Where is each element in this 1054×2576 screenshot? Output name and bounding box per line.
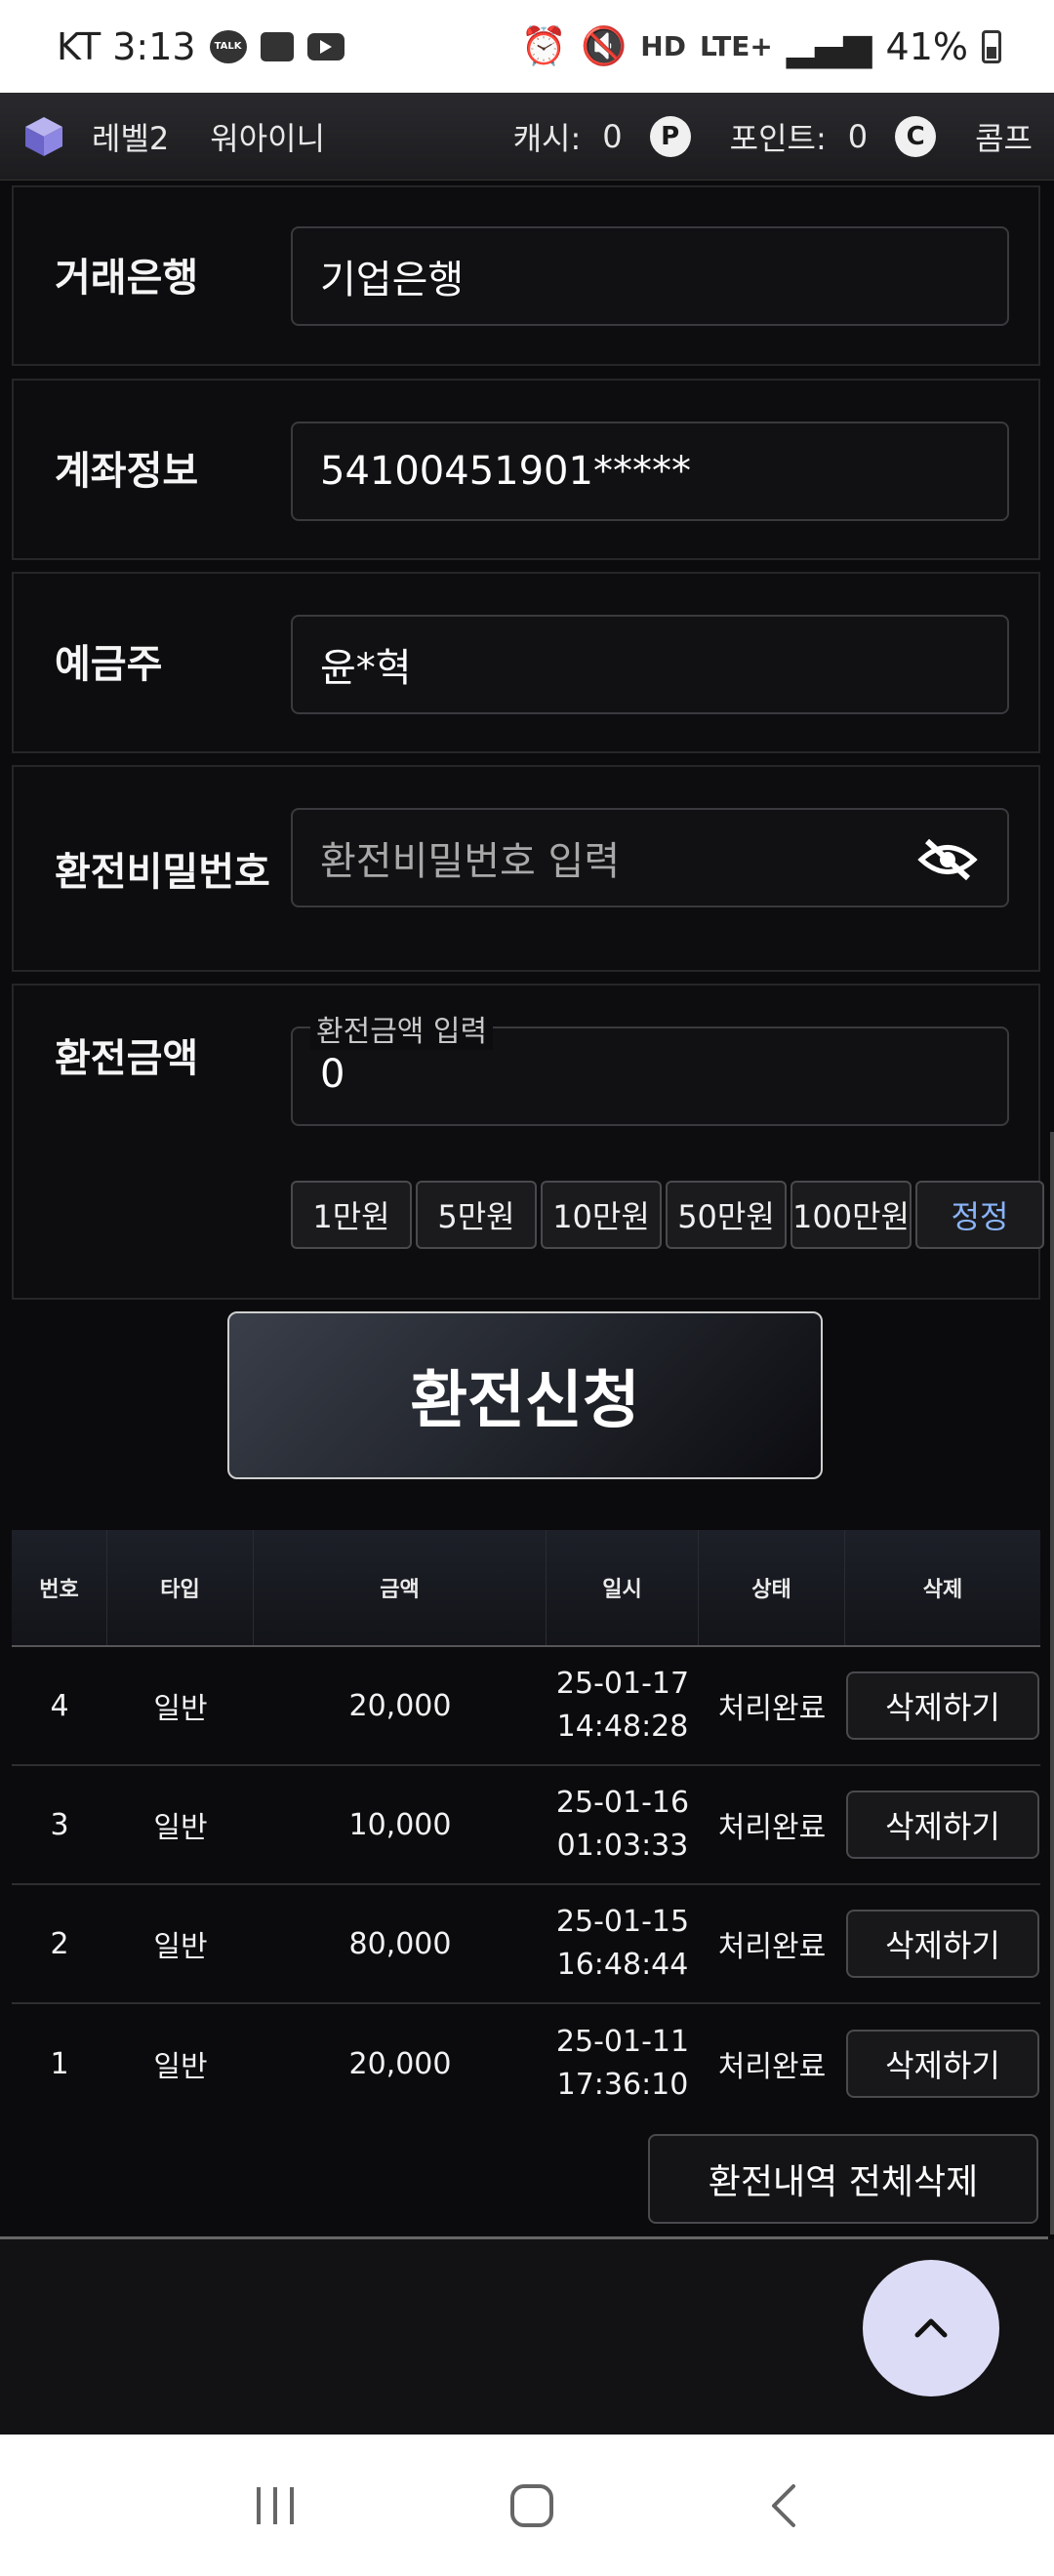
chip-50k-button[interactable]: 5만원 [416, 1181, 537, 1249]
holder-field[interactable]: 윤*혁 [291, 615, 1009, 714]
table-row: 1 일반 20,000 25-01-11 17:36:10 처리완료 삭제하기 [12, 2004, 1040, 2123]
bank-label: 거래은행 [55, 256, 199, 301]
exchange-submit-button[interactable]: 환전신청 [227, 1311, 823, 1479]
cell-no: 3 [50, 1807, 69, 1842]
hd-icon: HD [640, 30, 686, 62]
user-level: 레벨2 [92, 119, 170, 157]
mute-icon: 🔇 [580, 24, 628, 67]
header-date: 일시 [547, 1530, 699, 1645]
cell-type: 일반 [153, 1692, 208, 1726]
delete-all-history-button[interactable]: 환전내역 전체삭제 [648, 2134, 1038, 2224]
username: 워아이니 [210, 119, 326, 157]
account-field[interactable]: 54100451901***** [291, 422, 1009, 521]
cell-amount: 80,000 [348, 1926, 452, 1961]
delete-row-button[interactable]: 삭제하기 [846, 1791, 1039, 1859]
cell-date: 25-01-16 01:03:33 [555, 1786, 690, 1863]
cell-date: 25-01-11 17:36:10 [555, 2025, 690, 2102]
password-label: 환전비밀번호 [55, 850, 270, 895]
lte-icon: LTE+ [699, 30, 773, 62]
amount-value: 0 [320, 1052, 345, 1097]
chip-10k-button[interactable]: 1만원 [291, 1181, 412, 1249]
gallery-icon [260, 31, 294, 61]
cell-no: 1 [50, 2046, 69, 2081]
amount-chips: 1만원 5만원 10만원 50만원 100만원 정정 [291, 1181, 1044, 1249]
recent-apps-icon[interactable] [251, 2483, 300, 2528]
account-row: 계좌정보 54100451901***** [12, 379, 1040, 560]
chip-100k-button[interactable]: 10만원 [541, 1181, 662, 1249]
kakaotalk-icon: TALK [209, 29, 247, 63]
holder-label: 예금주 [55, 642, 163, 687]
header-status: 상태 [699, 1530, 845, 1645]
battery-percent: 41% [885, 24, 968, 68]
eye-off-icon[interactable] [917, 837, 978, 882]
cell-status: 처리완료 [717, 1930, 827, 1964]
youtube-icon [306, 32, 345, 60]
holder-row: 예금주 윤*혁 [12, 572, 1040, 753]
delete-row-button[interactable]: 삭제하기 [846, 2030, 1039, 2098]
alarm-icon: ⏰ [520, 24, 567, 67]
table-header: 번호 타입 금액 일시 상태 삭제 [12, 1530, 1040, 1647]
amount-field-label: 환전금액 입력 [310, 1007, 494, 1050]
cash-label: 캐시: [512, 119, 582, 157]
points-value: 0 [847, 117, 869, 155]
bank-row: 거래은행 기업은행 [12, 185, 1040, 366]
signal-icon: ▂▄▆ [786, 24, 872, 68]
cell-status: 처리완료 [717, 1811, 827, 1845]
cell-date: 25-01-17 14:48:28 [555, 1667, 690, 1744]
cash-value: 0 [602, 117, 623, 155]
cell-type: 일반 [153, 1811, 208, 1845]
cell-amount: 10,000 [348, 1807, 452, 1842]
cube-logo-icon[interactable] [21, 114, 66, 159]
amount-input[interactable]: 환전금액 입력 0 [291, 1007, 1009, 1126]
scroll-to-top-button[interactable] [863, 2260, 999, 2396]
header-no: 번호 [12, 1530, 107, 1645]
password-placeholder: 환전비밀번호 입력 [320, 839, 621, 884]
comp-label: 콤프 [975, 119, 1033, 157]
cell-date: 25-01-15 16:48:44 [555, 1905, 690, 1982]
header-type: 타입 [107, 1530, 254, 1645]
exchange-history-table: 번호 타입 금액 일시 상태 삭제 4 일반 20,000 25-01-17 1… [12, 1530, 1040, 2123]
cell-status: 처리완료 [717, 2050, 827, 2084]
scrollbar[interactable] [1050, 1132, 1054, 2234]
user-info-bar: 레벨2 워아이니 캐시: 0 P 포인트: 0 C 콤프 [0, 93, 1054, 181]
table-row: 3 일반 10,000 25-01-16 01:03:33 처리완료 삭제하기 [12, 1766, 1040, 1885]
back-icon[interactable] [764, 2481, 803, 2530]
cell-amount: 20,000 [348, 1688, 452, 1723]
cell-amount: 20,000 [348, 2046, 452, 2081]
cell-type: 일반 [153, 2050, 208, 2084]
home-icon[interactable] [507, 2481, 556, 2530]
amount-label: 환전금액 [55, 1036, 199, 1081]
status-bar: KT 3:13 TALK ⏰ 🔇 HD LTE+ ▂▄▆ 41% [0, 0, 1054, 93]
system-nav-bar [0, 2435, 1054, 2576]
carrier-time: KT 3:13 [57, 24, 196, 68]
reset-amount-button[interactable]: 정정 [915, 1181, 1044, 1249]
delete-row-button[interactable]: 삭제하기 [846, 1671, 1039, 1740]
points-label: 포인트: [729, 119, 827, 157]
chevron-up-icon [914, 2318, 948, 2338]
header-amount: 금액 [254, 1530, 547, 1645]
comp-coin-icon: C [895, 115, 937, 157]
amount-row: 환전금액 환전금액 입력 0 1만원 5만원 10만원 50만원 100만원 정… [12, 984, 1044, 1300]
battery-icon [982, 29, 1001, 63]
cell-no: 4 [50, 1688, 69, 1723]
chip-500k-button[interactable]: 50만원 [666, 1181, 787, 1249]
table-row: 4 일반 20,000 25-01-17 14:48:28 처리완료 삭제하기 [12, 1647, 1040, 1766]
chip-1m-button[interactable]: 100만원 [790, 1181, 912, 1249]
cell-type: 일반 [153, 1930, 208, 1964]
point-coin-icon: P [649, 115, 691, 157]
password-input[interactable]: 환전비밀번호 입력 [291, 808, 1009, 907]
table-row: 2 일반 80,000 25-01-15 16:48:44 처리완료 삭제하기 [12, 1885, 1040, 2004]
header-delete: 삭제 [922, 1578, 963, 1602]
password-row: 환전비밀번호 환전비밀번호 입력 [12, 765, 1040, 972]
cell-no: 2 [50, 1926, 69, 1961]
cell-status: 처리완료 [717, 1692, 827, 1726]
delete-row-button[interactable]: 삭제하기 [846, 1910, 1039, 1978]
account-label: 계좌정보 [55, 449, 199, 494]
bank-field[interactable]: 기업은행 [291, 226, 1009, 326]
